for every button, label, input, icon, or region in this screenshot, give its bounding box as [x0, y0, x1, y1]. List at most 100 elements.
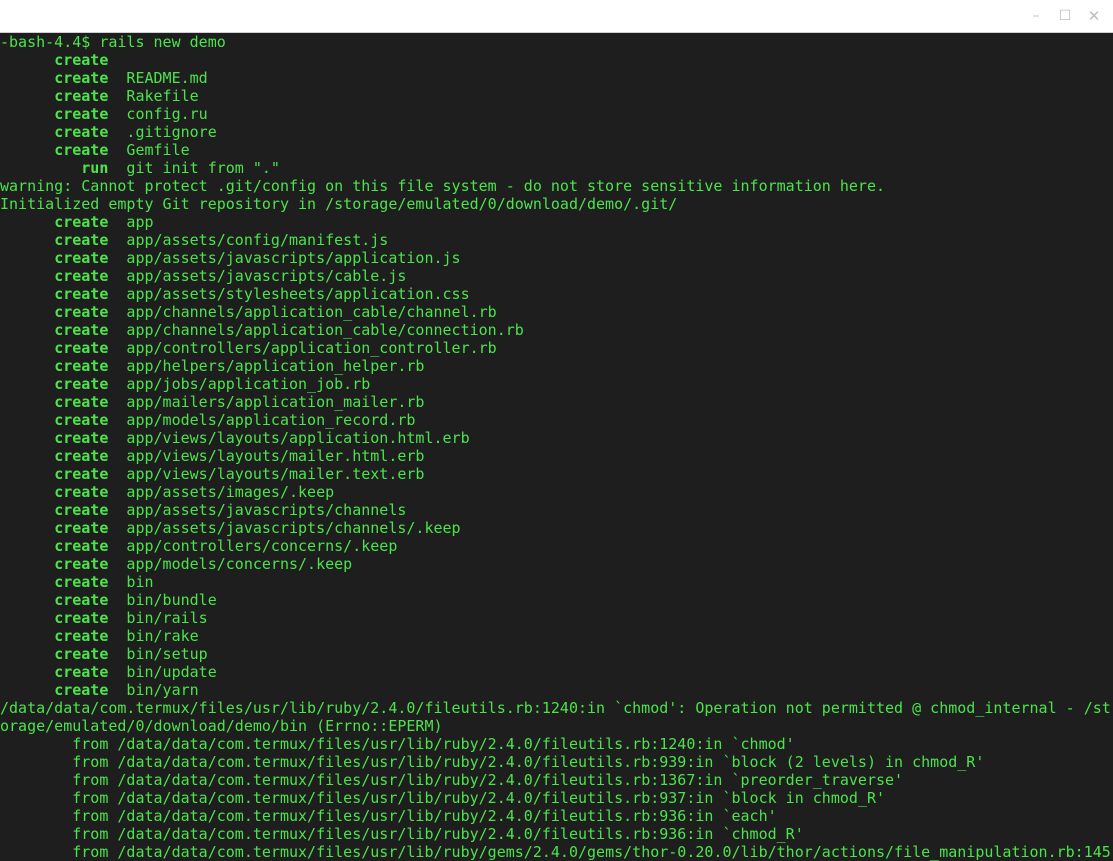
terminal-line: from /data/data/com.termux/files/usr/lib…	[0, 825, 1113, 843]
line-text: from /data/data/com.termux/files/usr/lib…	[72, 807, 777, 825]
line-text: app/models/concerns/.keep	[108, 555, 353, 573]
terminal-line: create bin/rails	[0, 609, 1113, 627]
line-text: bin	[108, 573, 154, 591]
terminal-line: create app/controllers/concerns/.keep	[0, 537, 1113, 555]
terminal-line: create app/views/layouts/mailer.text.erb	[0, 465, 1113, 483]
line-keyword: run	[81, 159, 109, 177]
close-button[interactable]: ✕	[1083, 6, 1105, 26]
line-keyword: create	[54, 519, 109, 537]
line-text: bin/rails	[108, 609, 208, 627]
line-keyword: create	[54, 249, 109, 267]
terminal-line: create	[0, 51, 1113, 69]
line-text: git init from "."	[108, 159, 280, 177]
line-keyword: create	[54, 411, 109, 429]
terminal-line: create app/views/layouts/mailer.html.erb	[0, 447, 1113, 465]
line-text: app/helpers/application_helper.rb	[108, 357, 425, 375]
terminal-line: from /data/data/com.termux/files/usr/lib…	[0, 753, 1113, 771]
line-keyword: create	[54, 141, 109, 159]
terminal-line: from /data/data/com.termux/files/usr/lib…	[0, 735, 1113, 753]
line-text: -bash-4.4$ rails new demo	[0, 33, 226, 51]
line-text: app/jobs/application_job.rb	[108, 375, 371, 393]
terminal-line: create bin/yarn	[0, 681, 1113, 699]
line-text: Initialized empty Git repository in /sto…	[0, 195, 678, 213]
terminal-line: create app/models/concerns/.keep	[0, 555, 1113, 573]
terminal-line: create app/assets/stylesheets/applicatio…	[0, 285, 1113, 303]
line-keyword: create	[54, 465, 109, 483]
line-text: bin/setup	[108, 645, 208, 663]
line-text: bin/update	[108, 663, 217, 681]
terminal-line: orage/emulated/0/download/demo/bin (Errn…	[0, 717, 1113, 735]
terminal-line: create app/jobs/application_job.rb	[0, 375, 1113, 393]
terminal-line: create app/views/layouts/application.htm…	[0, 429, 1113, 447]
line-text: from /data/data/com.termux/files/usr/lib…	[72, 825, 804, 843]
minimize-button[interactable]: –	[1025, 6, 1047, 26]
line-keyword: create	[54, 285, 109, 303]
terminal-line: create config.ru	[0, 105, 1113, 123]
line-keyword: create	[54, 627, 109, 645]
line-text: app/models/application_record.rb	[108, 411, 416, 429]
terminal-output[interactable]: -bash-4.4$ rails new demo create create …	[0, 33, 1113, 861]
terminal-line: create app/assets/javascripts/cable.js	[0, 267, 1113, 285]
line-keyword: create	[54, 339, 109, 357]
terminal-line: create app/assets/images/.keep	[0, 483, 1113, 501]
terminal-line: create bin/rake	[0, 627, 1113, 645]
terminal-line: create bin/update	[0, 663, 1113, 681]
line-text: from /data/data/com.termux/files/usr/lib…	[72, 753, 985, 771]
line-keyword: create	[54, 501, 109, 519]
terminal-line: create bin/setup	[0, 645, 1113, 663]
line-keyword: create	[54, 51, 109, 69]
line-text: from /data/data/com.termux/files/usr/lib…	[72, 843, 1111, 861]
terminal-line: Initialized empty Git repository in /sto…	[0, 195, 1113, 213]
terminal-line: create app/assets/javascripts/applicatio…	[0, 249, 1113, 267]
line-text: app/views/layouts/application.html.erb	[108, 429, 470, 447]
line-text: app/views/layouts/mailer.html.erb	[108, 447, 425, 465]
line-keyword: create	[54, 537, 109, 555]
terminal-line: create app/assets/config/manifest.js	[0, 231, 1113, 249]
window-titlebar: – ☐ ✕	[0, 0, 1113, 33]
terminal-line: create bin	[0, 573, 1113, 591]
terminal-line: create .gitignore	[0, 123, 1113, 141]
line-keyword: create	[54, 321, 109, 339]
line-text: bin/rake	[108, 627, 199, 645]
terminal-line: from /data/data/com.termux/files/usr/lib…	[0, 771, 1113, 789]
line-text: app/assets/stylesheets/application.css	[108, 285, 470, 303]
line-keyword: create	[54, 267, 109, 285]
line-keyword: create	[54, 447, 109, 465]
line-keyword: create	[54, 87, 109, 105]
maximize-button[interactable]: ☐	[1054, 6, 1076, 26]
terminal-line: create app	[0, 213, 1113, 231]
line-keyword: create	[54, 573, 109, 591]
line-text: app/controllers/application_controller.r…	[108, 339, 497, 357]
line-text: /data/data/com.termux/files/usr/lib/ruby…	[0, 699, 1111, 717]
line-text: orage/emulated/0/download/demo/bin (Errn…	[0, 717, 443, 735]
line-text: bin/yarn	[108, 681, 199, 699]
line-text: app/mailers/application_mailer.rb	[108, 393, 425, 411]
line-text: from /data/data/com.termux/files/usr/lib…	[72, 771, 904, 789]
line-text: config.ru	[108, 105, 208, 123]
line-text: from /data/data/com.termux/files/usr/lib…	[72, 735, 795, 753]
line-keyword: create	[54, 105, 109, 123]
terminal-line: create app/helpers/application_helper.rb	[0, 357, 1113, 375]
line-keyword: create	[54, 303, 109, 321]
terminal-line: create Gemfile	[0, 141, 1113, 159]
